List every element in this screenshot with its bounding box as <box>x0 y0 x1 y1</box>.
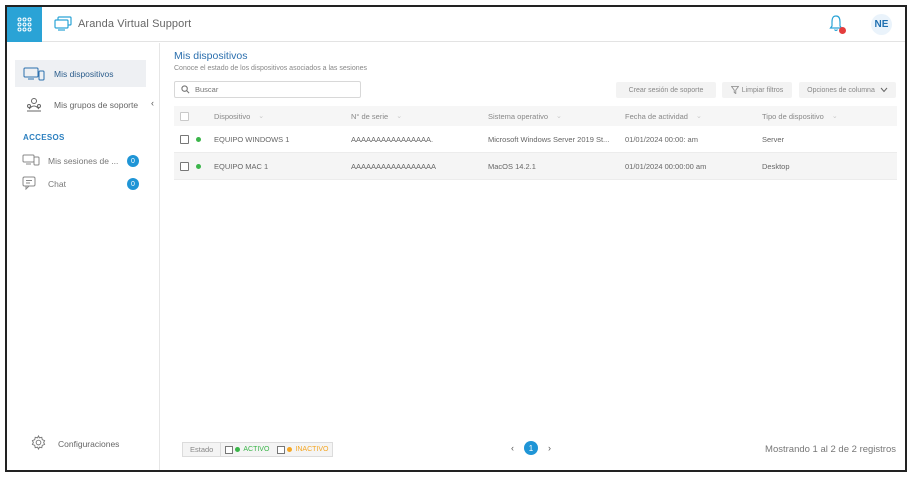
search-box[interactable] <box>174 81 361 98</box>
select-all-checkbox[interactable] <box>180 111 189 121</box>
chat-icon <box>22 176 40 192</box>
row-checkbox[interactable] <box>180 134 189 144</box>
devices-icon <box>22 67 46 81</box>
column-header-dispositivo[interactable]: Dispositivo ⌄ <box>214 106 351 126</box>
access-item-label: Chat <box>48 179 66 189</box>
cell-type: Server <box>762 134 785 144</box>
count-badge: 0 <box>127 178 139 190</box>
column-label: Tipo de dispositivo <box>762 111 824 121</box>
search-input[interactable] <box>195 85 355 94</box>
access-item-chat[interactable]: Chat 0 <box>22 176 142 192</box>
support-group-icon <box>22 97 46 113</box>
sort-chevron-icon: ⌄ <box>396 113 403 120</box>
sidebar-item-label: Mis grupos de soporte <box>54 99 139 110</box>
column-label: Fecha de actividad <box>625 111 688 121</box>
section-label-accesos: ACCESOS <box>23 133 65 142</box>
clear-filters-label: Limpiar filtros <box>741 86 784 94</box>
sidebar-item-mis-grupos-de-soporte[interactable]: Mis grupos de soporte <box>15 91 146 118</box>
grid-icon <box>17 17 32 32</box>
inactive-label: INACTIVO <box>295 446 329 453</box>
sort-chevron-icon: ⌄ <box>556 113 562 120</box>
pagination: ‹ 1 › <box>511 441 551 455</box>
sort-chevron-icon: ⌄ <box>258 113 265 120</box>
table-row[interactable]: EQUIPO WINDOWS 1 AAAAAAAAAAAAAAAA. Micro… <box>174 126 897 153</box>
records-count: Mostrando 1 al 2 de 2 registros <box>765 444 896 455</box>
settings-label: Configuraciones <box>58 438 120 449</box>
access-item-sessions[interactable]: Mis sesiones de ... 0 <box>22 153 142 169</box>
cell-os: Microsoft Windows Server 2019 St... <box>488 134 610 144</box>
column-header-type[interactable]: Tipo de dispositivo ⌄ <box>762 106 897 126</box>
cell-serial: AAAAAAAAAAAAAAAAA <box>351 161 437 171</box>
cell-serial: AAAAAAAAAAAAAAAA. <box>351 134 434 144</box>
cell-os: MacOS 14.2.1 <box>488 161 536 171</box>
count-badge: 0 <box>127 155 139 167</box>
status-dot <box>196 136 201 142</box>
create-session-label: Crear sesión de soporte <box>628 86 704 94</box>
active-dot <box>235 447 241 452</box>
gear-icon <box>31 434 46 452</box>
settings-link[interactable]: Configuraciones <box>31 434 120 452</box>
collapse-sidebar-chevron-icon[interactable]: ‹ <box>151 98 154 108</box>
cell-date: 01/01/2024 00:00: am <box>625 134 698 144</box>
prev-page-chevron-icon[interactable]: ‹ <box>511 443 514 453</box>
table-row[interactable]: EQUIPO MAC 1 AAAAAAAAAAAAAAAAA MacOS 14.… <box>174 153 897 180</box>
chevron-down-icon <box>880 87 888 93</box>
column-header-date[interactable]: Fecha de actividad ⌄ <box>625 106 762 126</box>
top-bar: Aranda Virtual Support NE <box>7 7 905 42</box>
status-filter-label: Estado <box>183 443 222 456</box>
sidebar: Mis dispositivos Mis grupos de soporte ‹… <box>7 43 160 470</box>
status-filter: Estado ACTIVO INACTIVO <box>182 442 334 457</box>
devices-table: Dispositivo ⌄ N° de serie ⌄ Sistema operat… <box>174 106 897 180</box>
filter-icon <box>730 86 739 94</box>
active-label: ACTIVO <box>243 446 270 453</box>
sidebar-item-mis-dispositivos[interactable]: Mis dispositivos <box>15 60 146 87</box>
column-header-os[interactable]: Sistema operativo ⌄ <box>488 106 625 126</box>
clear-filters-button[interactable]: Limpiar filtros <box>722 82 792 98</box>
active-checkbox[interactable] <box>225 445 234 454</box>
column-options-label: Opciones de columna <box>807 86 875 94</box>
column-label: Sistema operativo <box>488 111 549 121</box>
page-subtitle: Conoce el estado de los dispositivos aso… <box>174 65 368 72</box>
row-checkbox[interactable] <box>180 161 189 171</box>
cell-device: EQUIPO WINDOWS 1 <box>214 134 290 144</box>
inactive-checkbox[interactable] <box>277 445 286 454</box>
cell-date: 01/01/2024 00:00:00 am <box>625 161 707 171</box>
sidebar-item-label: Mis dispositivos <box>54 68 114 79</box>
filter-inactive[interactable]: INACTIVO <box>273 443 332 456</box>
table-header: Dispositivo ⌄ N° de serie ⌄ Sistema operat… <box>174 106 897 126</box>
notification-dot <box>839 27 846 34</box>
app-window: Aranda Virtual Support NE Mis dispositiv… <box>5 5 907 472</box>
sort-chevron-icon: ⌄ <box>695 113 702 120</box>
column-label: Dispositivo <box>214 111 251 121</box>
sessions-icon <box>22 154 40 168</box>
app-launcher-button[interactable] <box>7 7 42 42</box>
cell-type: Desktop <box>762 161 790 171</box>
next-page-chevron-icon[interactable]: › <box>548 443 551 453</box>
page-title: Mis dispositivos <box>174 50 248 62</box>
create-support-session-button[interactable]: Crear sesión de soporte <box>616 82 716 98</box>
search-icon <box>181 85 190 94</box>
user-avatar[interactable]: NE <box>871 14 892 35</box>
column-header-serial[interactable]: N° de serie ⌄ <box>351 106 488 126</box>
column-options-dropdown[interactable]: Opciones de columna <box>799 82 896 98</box>
inactive-dot <box>287 447 293 452</box>
column-label: N° de serie <box>351 111 389 121</box>
filter-active[interactable]: ACTIVO <box>221 443 273 456</box>
main-content: Mis dispositivos Conoce el estado de los… <box>161 43 905 470</box>
cell-device: EQUIPO MAC 1 <box>214 161 269 171</box>
access-item-label: Mis sesiones de ... <box>48 156 119 166</box>
page-button-current[interactable]: 1 <box>524 441 538 455</box>
sort-chevron-icon: ⌄ <box>831 113 838 120</box>
status-dot <box>196 163 201 169</box>
brand-logo-icon <box>54 16 72 31</box>
app-title: Aranda Virtual Support <box>78 18 192 30</box>
